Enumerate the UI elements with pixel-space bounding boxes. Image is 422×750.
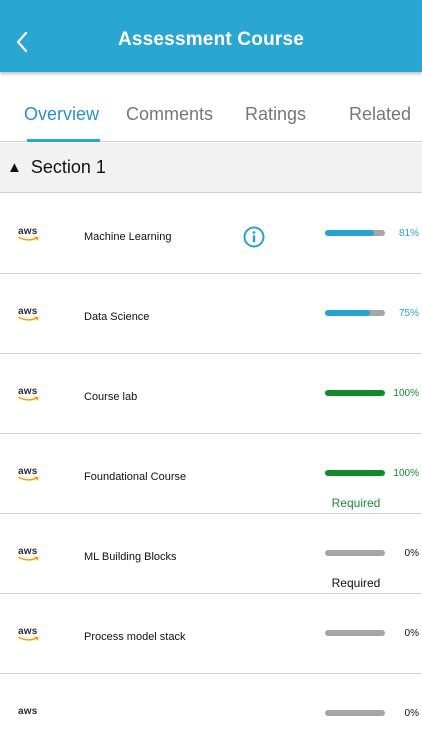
course-list: aws Machine Learning 81% aws Data Science 75%…	[0, 194, 422, 716]
collapse-arrow-icon: ▲	[7, 159, 22, 176]
progress-bar	[325, 230, 385, 236]
aws-smile-icon	[18, 556, 39, 561]
aws-smile-icon	[18, 316, 39, 321]
tab-overview[interactable]: Overview	[24, 104, 99, 125]
aws-logo: aws	[18, 546, 42, 562]
progress-bar	[325, 390, 385, 396]
aws-logo: aws	[18, 706, 42, 716]
progress-percent: 81%	[398, 228, 419, 239]
course-name: Course lab	[84, 391, 138, 403]
course-row[interactable]: aws ML Building Blocks 0% Required	[0, 514, 422, 594]
progress-percent: 100%	[393, 388, 419, 399]
aws-smile-icon	[18, 636, 39, 641]
progress-bar	[325, 310, 385, 316]
aws-logo: aws	[18, 386, 42, 402]
progress-percent: 75%	[398, 308, 419, 319]
aws-smile-icon	[18, 396, 39, 401]
tab-ratings[interactable]: Ratings	[245, 104, 306, 125]
progress-fill	[325, 310, 370, 316]
progress-bar	[325, 630, 385, 636]
course-name: Process model stack	[84, 631, 186, 643]
course-row[interactable]: aws Foundational Course 100% Required	[0, 434, 422, 514]
progress-percent: 100%	[393, 468, 419, 479]
progress-bar	[325, 550, 385, 556]
tab-bar: Overview Comments Ratings Related	[0, 96, 422, 142]
tab-comments[interactable]: Comments	[126, 104, 213, 125]
course-name: Foundational Course	[84, 471, 187, 483]
progress-bar	[325, 710, 385, 716]
progress-bar	[325, 470, 385, 476]
required-label: Required	[331, 496, 381, 510]
progress-percent: 0%	[404, 628, 419, 639]
course-name: Data Science	[84, 311, 150, 323]
course-name: ML Building Blocks	[84, 551, 177, 563]
aws-logo: aws	[18, 466, 42, 482]
required-label: Required	[331, 576, 381, 590]
app-header: Assessment Course	[0, 0, 422, 72]
course-row[interactable]: aws Process model stack 0%	[0, 594, 422, 674]
course-name: Machine Learning	[84, 231, 172, 243]
aws-logo: aws	[18, 226, 42, 242]
course-row[interactable]: aws 0%	[0, 674, 422, 716]
aws-logo: aws	[18, 626, 42, 642]
section-header[interactable]: ▲ Section 1	[0, 143, 422, 193]
aws-smile-icon	[18, 476, 39, 481]
aws-smile-icon	[18, 236, 39, 241]
tab-related[interactable]: Related	[349, 104, 411, 125]
course-row[interactable]: aws Data Science 75%	[0, 274, 422, 354]
progress-percent: 0%	[404, 548, 419, 559]
info-icon[interactable]	[243, 226, 265, 248]
course-row[interactable]: aws Machine Learning 81%	[0, 194, 422, 274]
provider-name: aws	[18, 706, 38, 716]
section-title: Section 1	[30, 157, 106, 177]
progress-percent: 0%	[404, 708, 419, 716]
progress-fill	[325, 470, 385, 476]
progress-fill	[325, 230, 374, 236]
progress-fill	[325, 390, 385, 396]
page-title: Assessment Course	[117, 29, 305, 50]
aws-logo: aws	[18, 306, 42, 322]
active-tab-indicator	[27, 139, 100, 142]
course-row[interactable]: aws Course lab 100%	[0, 354, 422, 434]
